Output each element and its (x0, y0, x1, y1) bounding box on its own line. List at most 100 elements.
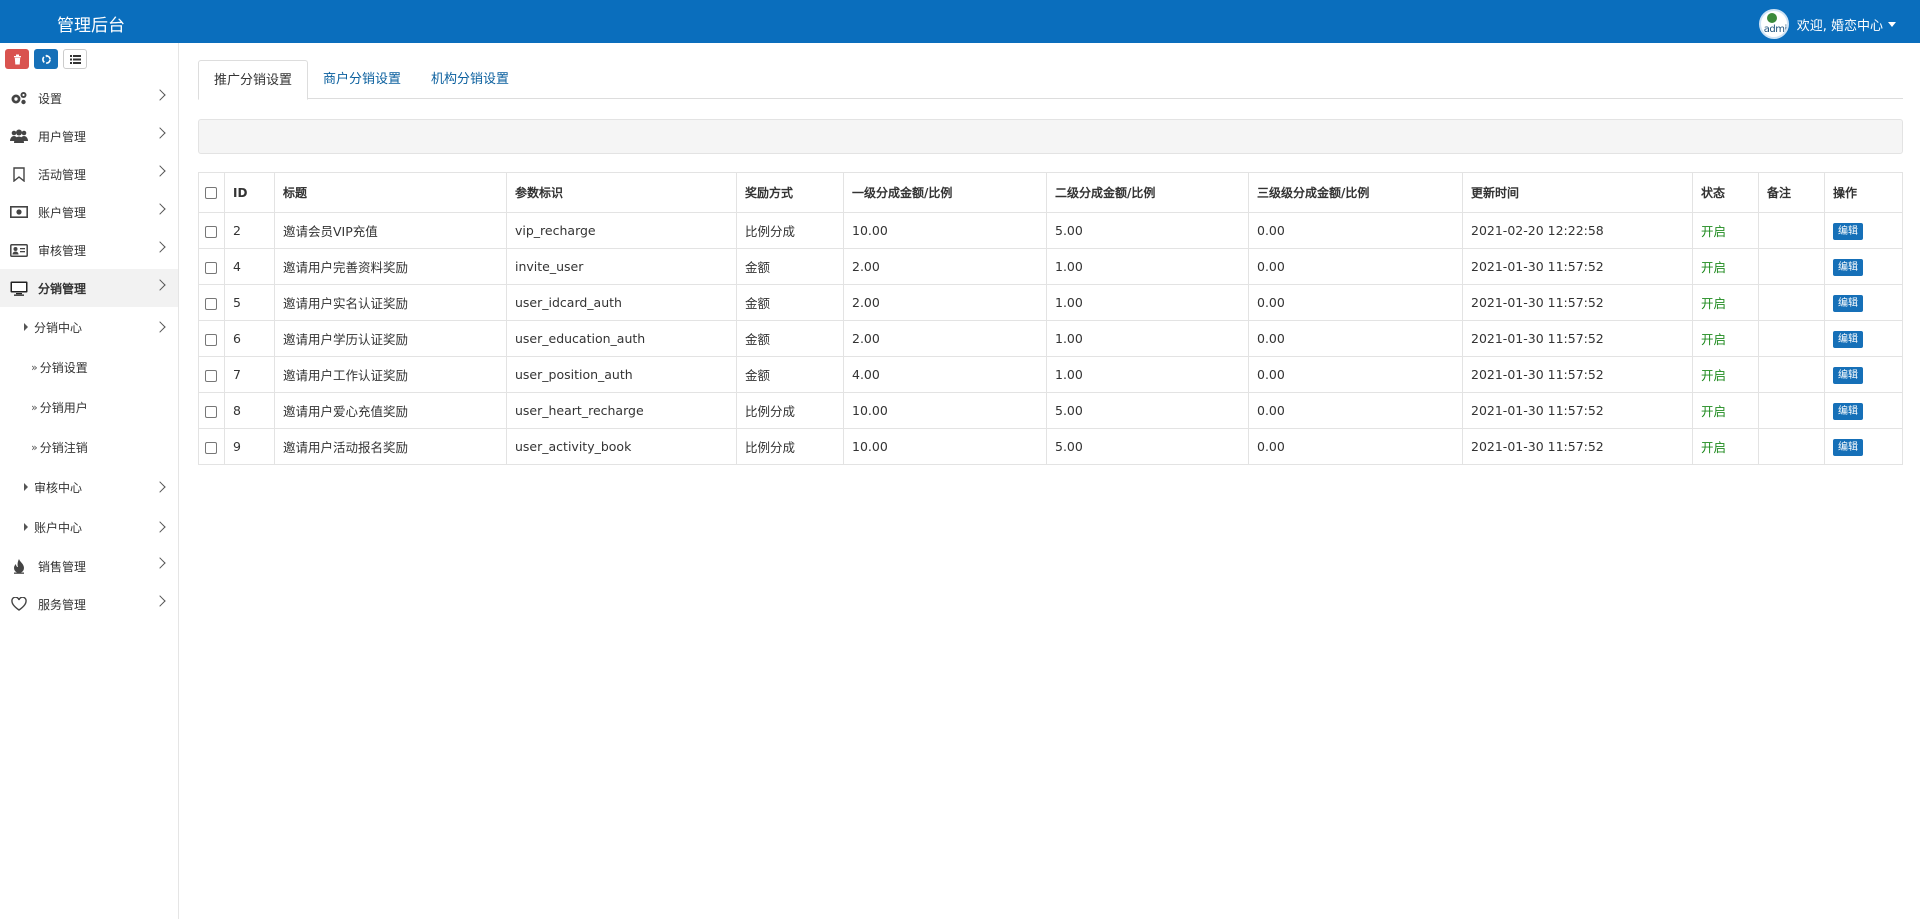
cell-title: 邀请用户完善资料奖励 (274, 248, 507, 285)
sidebar-item-review[interactable]: 审核管理 (0, 231, 178, 269)
edit-button[interactable]: 编辑 (1833, 438, 1863, 456)
sidebar-subitem-review-center[interactable]: 审核中心 (0, 467, 178, 507)
sidebar-subitem-label: 分销中心 (34, 320, 83, 335)
table-row: 2 邀请会员VIP充值 vip_recharge 比例分成 10.00 5.00… (198, 212, 1903, 249)
cell-updated: 2021-01-30 11:57:52 (1462, 320, 1693, 357)
column-header-level2: 二级分成金额/比例 (1046, 172, 1249, 213)
row-select-cell (198, 428, 225, 465)
sidebar-item-service[interactable]: 服务管理 (0, 585, 178, 623)
cell-status: 开启 (1692, 392, 1759, 429)
sidebar-item-accounts[interactable]: 账户管理 (0, 193, 178, 231)
sidebar-item-sales[interactable]: 销售管理 (0, 547, 178, 585)
cell-level2: 1.00 (1046, 284, 1249, 321)
chevron-right-icon (154, 241, 166, 253)
cell-key: user_idcard_auth (506, 284, 737, 321)
user-menu[interactable]: admi 欢迎, 婚恋中心 (1758, 9, 1896, 39)
cell-updated: 2021-01-30 11:57:52 (1462, 428, 1693, 465)
tab-merchant-distribution[interactable]: 商户分销设置 (308, 60, 416, 99)
sidebar-link-distribution-cancel[interactable]: » 分销注销 (0, 427, 178, 467)
cell-updated: 2021-01-30 11:57:52 (1462, 392, 1693, 429)
money-icon (10, 206, 28, 218)
chevron-right-icon (154, 557, 166, 569)
edit-button[interactable]: 编辑 (1833, 258, 1863, 276)
chevron-right-icon (154, 481, 166, 493)
sidebar-item-users[interactable]: 用户管理 (0, 117, 178, 155)
cell-note (1758, 212, 1825, 249)
cell-key: user_position_auth (506, 356, 737, 393)
cell-note (1758, 428, 1825, 465)
top-header: 管理后台 admi 欢迎, 婚恋中心 (0, 0, 1920, 43)
edit-button[interactable]: 编辑 (1833, 330, 1863, 348)
cell-note (1758, 284, 1825, 321)
cell-mode: 金额 (736, 320, 844, 357)
cell-level3: 0.00 (1248, 428, 1463, 465)
column-header-level1: 一级分成金额/比例 (843, 172, 1047, 213)
edit-button[interactable]: 编辑 (1833, 294, 1863, 312)
column-header-title: 标题 (274, 172, 507, 213)
sidebar-link-distribution-users[interactable]: » 分销用户 (0, 387, 178, 427)
sidebar-subitem-distribution-center[interactable]: 分销中心 (0, 307, 178, 347)
sidebar-link-label: 分销用户 (39, 400, 88, 415)
caret-down-icon (1888, 21, 1896, 27)
row-checkbox[interactable] (205, 333, 217, 346)
cell-id: 7 (224, 356, 275, 393)
row-select-cell (198, 392, 225, 429)
tab-bar: 推广分销设置 商户分销设置 机构分销设置 (198, 60, 1903, 100)
cell-status: 开启 (1692, 428, 1759, 465)
sidebar-toolbar (5, 49, 87, 69)
edit-button[interactable]: 编辑 (1833, 222, 1863, 240)
cell-level3: 0.00 (1248, 284, 1463, 321)
avatar[interactable]: admi (1758, 9, 1789, 39)
row-checkbox[interactable] (205, 405, 217, 418)
cell-action: 编辑 (1824, 320, 1903, 357)
cell-level1: 2.00 (843, 248, 1047, 285)
sidebar-link-distribution-settings[interactable]: » 分销设置 (0, 347, 178, 387)
cell-status: 开启 (1692, 284, 1759, 321)
cell-note (1758, 248, 1825, 285)
sidebar-item-label: 活动管理 (38, 167, 87, 182)
column-header-mode: 奖励方式 (736, 172, 844, 213)
column-header-id: ID (224, 172, 275, 213)
welcome-text: 欢迎, 婚恋中心 (1796, 18, 1883, 34)
user-welcome[interactable]: 欢迎, 婚恋中心 (1797, 15, 1896, 34)
sidebar-subitem-account-center[interactable]: 账户中心 (0, 507, 178, 547)
row-select-cell (198, 248, 225, 285)
cell-status: 开启 (1692, 356, 1759, 393)
row-checkbox[interactable] (205, 261, 217, 274)
bookmark-icon (13, 166, 25, 182)
sidebar-item-settings[interactable]: 设置 (0, 79, 178, 117)
sidebar-item-label: 分销管理 (38, 281, 87, 296)
cell-level1: 2.00 (843, 284, 1047, 321)
row-checkbox[interactable] (205, 441, 217, 454)
cell-key: vip_recharge (506, 212, 737, 249)
brand-title: 管理后台 (57, 16, 125, 36)
tab-promotion-distribution[interactable]: 推广分销设置 (198, 60, 309, 100)
edit-button[interactable]: 编辑 (1833, 366, 1863, 384)
double-angle-right-icon: » (31, 360, 38, 374)
cell-updated: 2021-01-30 11:57:52 (1462, 248, 1693, 285)
cell-id: 5 (224, 284, 275, 321)
table-row: 9 邀请用户活动报名奖励 user_activity_book 比例分成 10.… (198, 428, 1903, 465)
cell-id: 4 (224, 248, 275, 285)
row-checkbox[interactable] (205, 369, 217, 382)
clear-cache-button[interactable] (5, 49, 29, 69)
cell-note (1758, 320, 1825, 357)
column-header-updated: 更新时间 (1462, 172, 1693, 213)
sidebar-item-distribution[interactable]: 分销管理 (0, 269, 178, 307)
tab-institution-distribution[interactable]: 机构分销设置 (416, 60, 524, 99)
select-all-checkbox[interactable] (205, 187, 217, 199)
row-checkbox[interactable] (205, 225, 217, 238)
sidebar-item-label: 设置 (38, 91, 63, 106)
sidebar-item-label: 审核管理 (38, 243, 87, 258)
refresh-button[interactable] (34, 49, 58, 69)
heart-icon (11, 597, 27, 611)
cell-mode: 比例分成 (736, 428, 844, 465)
row-checkbox[interactable] (205, 297, 217, 310)
trash-icon (13, 54, 21, 64)
edit-button[interactable]: 编辑 (1833, 402, 1863, 420)
double-angle-right-icon: » (31, 400, 38, 414)
toggle-menu-button[interactable] (63, 49, 87, 69)
table-row: 8 邀请用户爱心充值奖励 user_heart_recharge 比例分成 10… (198, 392, 1903, 429)
sidebar-item-activity[interactable]: 活动管理 (0, 155, 178, 193)
cell-level3: 0.00 (1248, 356, 1463, 393)
